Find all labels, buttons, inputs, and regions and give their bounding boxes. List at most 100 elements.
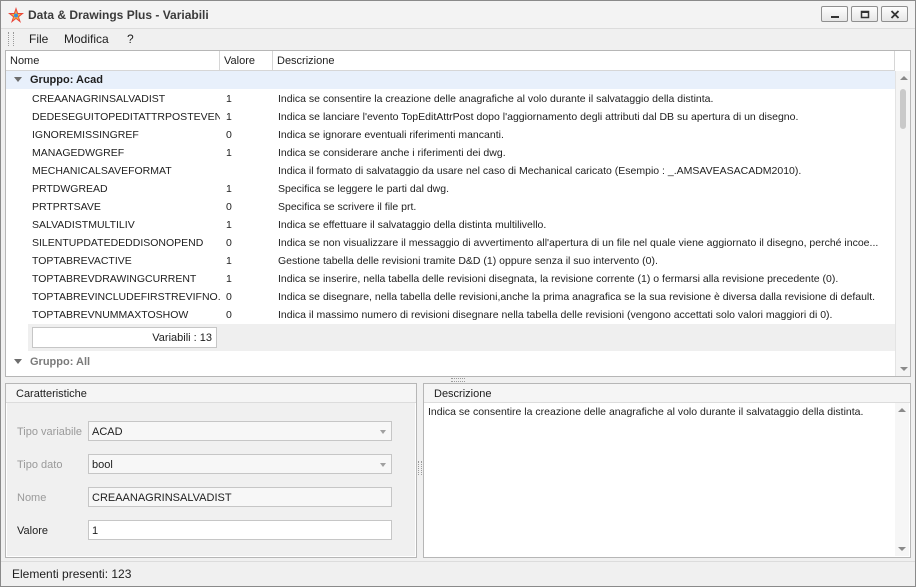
table-row[interactable]: PRTDWGREAD 1 Specifica se leggere le parti…: [28, 180, 895, 198]
cell-descrizione: Indica il massimo numero di revisioni di…: [278, 309, 833, 321]
cell-valore: 0: [226, 291, 232, 303]
menu-help[interactable]: ?: [127, 32, 134, 46]
tipo-variabile-dropdown[interactable]: ACAD: [88, 421, 392, 441]
panel-title: Descrizione: [434, 388, 492, 400]
menu-bar: File Modifica ?: [1, 29, 915, 49]
nome-field[interactable]: CREAANAGRINSALVADIST: [88, 487, 392, 507]
scroll-up-icon[interactable]: [898, 408, 906, 412]
menu-modifica[interactable]: Modifica: [64, 32, 109, 46]
table-row[interactable]: TOPTABREVACTIVE 1 Gestione tabella delle r…: [28, 252, 895, 270]
collapse-arrow-icon[interactable]: [14, 77, 22, 82]
panel-header: Caratteristiche: [6, 384, 416, 403]
cell-descrizione: Indica se consentire la creazione delle …: [278, 93, 714, 105]
variables-grid[interactable]: Nome Valore Descrizione Gruppo: Acad CRE…: [5, 50, 911, 377]
cell-valore: 0: [226, 237, 232, 249]
group-row-all[interactable]: Gruppo: All: [6, 353, 895, 371]
descrizione-text: Indica se consentire la creazione delle …: [428, 406, 864, 418]
descrizione-panel: Descrizione Indica se consentire la crea…: [423, 383, 911, 558]
scroll-down-icon[interactable]: [900, 367, 908, 371]
cell-valore: 0: [226, 201, 232, 213]
collapse-arrow-icon[interactable]: [14, 359, 22, 364]
cell-descrizione: Indica se ignorare eventuali riferimenti…: [278, 129, 504, 141]
window-title: Data & Drawings Plus - Variabili: [28, 8, 209, 22]
valore-value: 1: [92, 525, 99, 537]
grid-vertical-scrollbar[interactable]: [895, 71, 910, 376]
group-label: Gruppo: All: [30, 356, 91, 368]
minimize-button[interactable]: [821, 6, 848, 22]
chevron-down-icon: [380, 430, 386, 434]
column-header-label: Descrizione: [277, 55, 335, 67]
table-row[interactable]: MECHANICALSAVEFORMAT Indica il formato di…: [28, 162, 895, 180]
table-row[interactable]: SILENTUPDATEDEDDISONOPEND 0 Indica se non …: [28, 234, 895, 252]
cell-valore: 1: [226, 93, 232, 105]
cell-descrizione: Indica se non visualizzare il messaggio …: [278, 237, 879, 249]
valore-field[interactable]: 1: [88, 520, 392, 540]
cell-descrizione: Indica se considerare anche i riferiment…: [278, 147, 506, 159]
close-button[interactable]: [881, 6, 908, 22]
table-row[interactable]: CREAANAGRINSALVADIST 1 Indica se consentir…: [28, 90, 895, 108]
minimize-icon: [831, 16, 839, 18]
panel-header: Descrizione: [424, 384, 910, 403]
cell-valore: 1: [226, 111, 232, 123]
nome-label: Nome: [17, 492, 47, 504]
cell-descrizione: Indica se disegnare, nella tabella delle…: [278, 291, 876, 303]
maximize-button[interactable]: [851, 6, 878, 22]
cell-nome: TOPTABREVDRAWINGCURRENT: [32, 273, 197, 285]
menu-file[interactable]: File: [29, 32, 48, 46]
tipo-variabile-label: Tipo variabile: [17, 426, 83, 438]
scroll-thumb[interactable]: [900, 89, 906, 129]
table-row[interactable]: TOPTABREVINCLUDEFIRSTREVIFNO... 0 Indica s…: [28, 288, 895, 306]
group-row-acad[interactable]: Gruppo: Acad: [6, 71, 895, 89]
status-bar: Elementi presenti: 123: [1, 561, 915, 586]
menu-grip[interactable]: [8, 32, 14, 46]
cell-nome: IGNOREMISSINGREF: [32, 129, 139, 141]
cell-nome: PRTPRTSAVE: [32, 201, 101, 213]
cell-valore: 1: [226, 147, 232, 159]
table-row[interactable]: TOPTABREVNUMMAXTOSHOW 0 Indica il massimo …: [28, 306, 895, 324]
descrizione-scrollbar[interactable]: [895, 403, 909, 556]
group-summary-text: Variabili : 13: [152, 332, 212, 344]
table-row[interactable]: DEDESEGUITOPEDITATTRPOSTEVENT 1 Indica se …: [28, 108, 895, 126]
vertical-splitter-handle[interactable]: [418, 461, 422, 475]
panel-title: Caratteristiche: [16, 388, 87, 400]
horizontal-splitter-handle[interactable]: [451, 378, 465, 382]
tipo-dato-label: Tipo dato: [17, 459, 63, 471]
title-bar[interactable]: Data & Drawings Plus - Variabili: [1, 1, 915, 29]
status-text: Elementi presenti: 123: [12, 567, 132, 581]
cell-nome: TOPTABREVNUMMAXTOSHOW: [32, 309, 189, 321]
cell-nome: PRTDWGREAD: [32, 183, 108, 195]
cell-descrizione: Indica se inserire, nella tabella delle …: [278, 273, 839, 285]
cell-valore: 1: [226, 183, 232, 195]
scroll-up-icon[interactable]: [900, 76, 908, 80]
column-header-descrizione[interactable]: Descrizione: [273, 51, 895, 71]
table-row[interactable]: MANAGEDWGREF 1 Indica se considerare anche…: [28, 144, 895, 162]
descrizione-textarea[interactable]: Indica se consentire la creazione delle …: [425, 403, 909, 556]
cell-descrizione: Gestione tabella delle revisioni tramite…: [278, 255, 658, 267]
caratteristiche-panel: Caratteristiche Tipo variabile ACAD Tipo…: [5, 383, 417, 558]
tipo-dato-dropdown[interactable]: bool: [88, 454, 392, 474]
close-icon: [890, 10, 900, 19]
nome-value: CREAANAGRINSALVADIST: [92, 492, 232, 504]
cell-nome: DEDESEGUITOPEDITATTRPOSTEVENT: [32, 111, 220, 123]
cell-valore: 1: [226, 273, 232, 285]
column-header-valore[interactable]: Valore: [220, 51, 273, 71]
table-row[interactable]: IGNOREMISSINGREF 0 Indica se ignorare even…: [28, 126, 895, 144]
cell-descrizione: Indica se lanciare l'evento TopEditAttrP…: [278, 111, 799, 123]
table-row[interactable]: SALVADISTMULTILIV 1 Indica se effettuare i…: [28, 216, 895, 234]
tipo-dato-value: bool: [92, 459, 113, 471]
table-row[interactable]: TOPTABREVDRAWINGCURRENT 1 Indica se inseri…: [28, 270, 895, 288]
maximize-icon: [860, 10, 870, 19]
cell-descrizione: Specifica se scrivere il file prt.: [278, 201, 417, 213]
cell-valore: 0: [226, 309, 232, 321]
column-header-nome[interactable]: Nome: [6, 51, 220, 71]
cell-nome: TOPTABREVINCLUDEFIRSTREVIFNO...: [32, 291, 220, 303]
main-window: Data & Drawings Plus - Variabili File Mo…: [0, 0, 916, 587]
tipo-variabile-value: ACAD: [92, 426, 123, 438]
table-row[interactable]: PRTPRTSAVE 0 Specifica se scrivere il file…: [28, 198, 895, 216]
cell-nome: MECHANICALSAVEFORMAT: [32, 165, 172, 177]
cell-nome: CREAANAGRINSALVADIST: [32, 93, 166, 105]
column-header-label: Nome: [10, 55, 40, 67]
cell-valore: 1: [226, 219, 232, 231]
scroll-down-icon[interactable]: [898, 547, 906, 551]
cell-valore: 0: [226, 129, 232, 141]
